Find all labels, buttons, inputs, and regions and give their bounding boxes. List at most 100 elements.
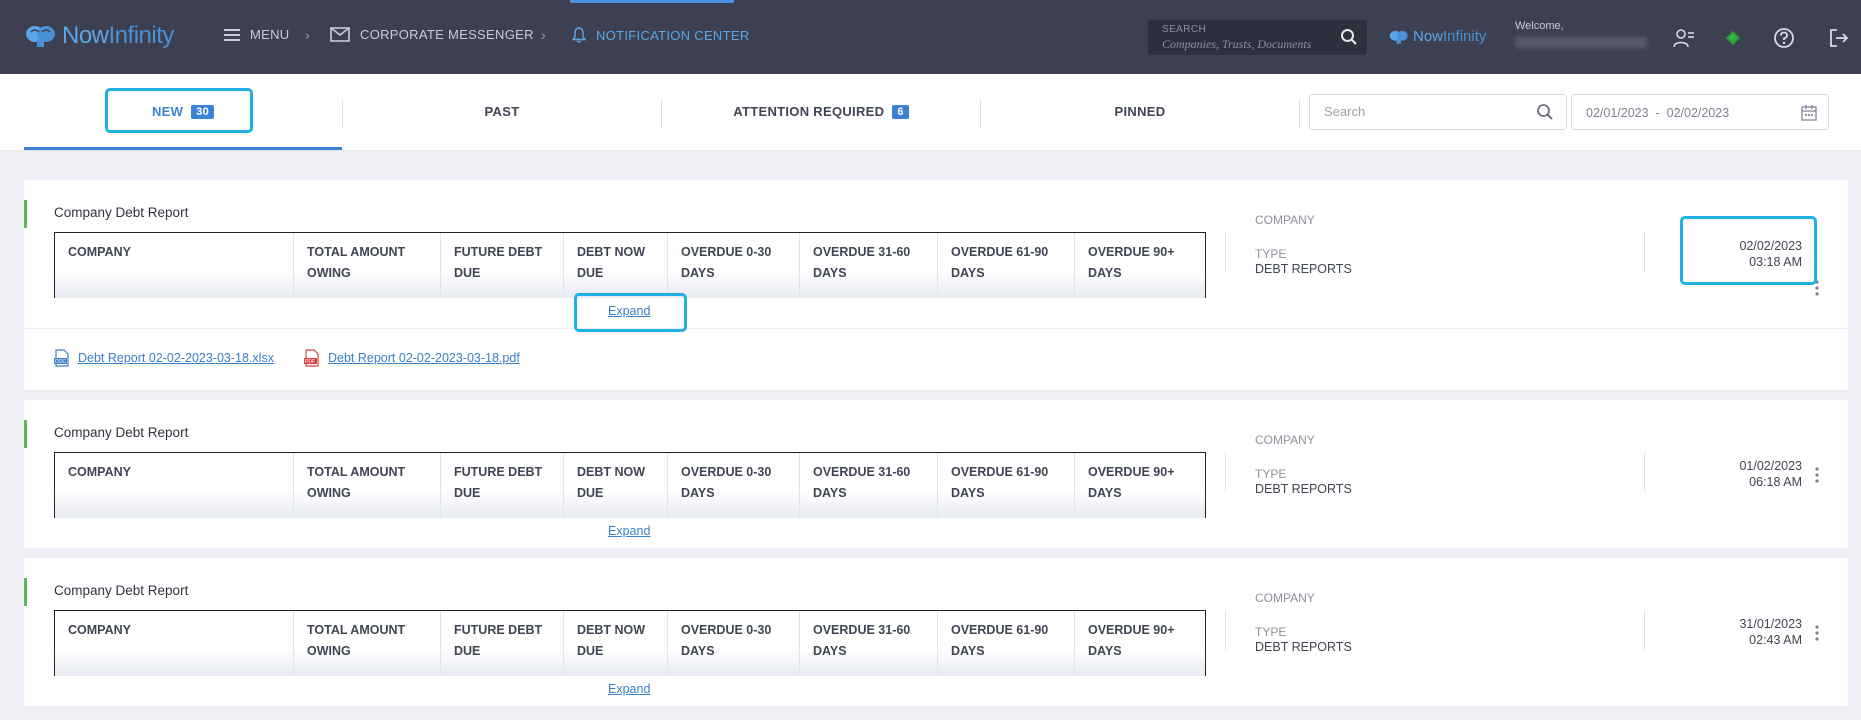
bell-icon	[572, 27, 586, 43]
brand-small-text: NowInfinity	[1413, 28, 1487, 45]
logout-icon[interactable]	[1828, 27, 1850, 49]
column-header-future-debt: FUTURE DEBT DUE	[454, 245, 543, 280]
nav-notification-center[interactable]: NOTIFICATION CENTER	[572, 27, 750, 43]
type-value: DEBT REPORTS	[1255, 262, 1352, 276]
column-header-total-owing: TOTAL AMOUNT OWING	[307, 623, 406, 658]
attachment-name: Debt Report 02-02-2023-03-18.pdf	[328, 351, 520, 365]
type-label: TYPE	[1255, 247, 1287, 261]
tab-count-badge: 30	[191, 104, 215, 119]
column-header-overdue-0-30: OVERDUE 0-30 DAYS	[681, 245, 772, 280]
column-header-future-debt: FUTURE DEBT DUE	[454, 465, 543, 500]
column-header-overdue-90-plus: OVERDUE 90+ DAYS	[1088, 245, 1175, 280]
menu-label: MENU	[250, 27, 290, 42]
tab-attention-required[interactable]: ATTENTION REQUIRED 6	[662, 74, 980, 149]
logo-text: NowInfinity	[62, 22, 174, 49]
envelope-icon	[330, 27, 350, 42]
column-header-company: COMPANY	[68, 245, 131, 259]
pdf-file-icon: PDF	[304, 349, 319, 367]
global-search[interactable]: SEARCH Companies, Trusts, Documents	[1148, 20, 1367, 55]
type-value: DEBT REPORTS	[1255, 482, 1352, 496]
nav-label: NOTIFICATION CENTER	[596, 27, 750, 43]
notification-datetime: 02/02/2023 03:18 AM	[1739, 239, 1802, 269]
column-header-debt-now: DEBT NOW DUE	[577, 245, 646, 280]
notification-card: Company Debt Report COMPANY TOTAL AMOUNT…	[24, 400, 1848, 548]
column-header-overdue-61-90: OVERDUE 61-90 DAYS	[951, 245, 1049, 280]
more-options-icon[interactable]	[1814, 279, 1820, 297]
tab-bar: NEW 30 PAST ATTENTION REQUIRED 6 PINNED …	[0, 74, 1861, 151]
active-nav-indicator	[570, 0, 734, 3]
tab-divider	[1299, 100, 1300, 128]
svg-text:DOC: DOC	[55, 359, 67, 365]
date-range-text: 02/01/2023 - 02/02/2023	[1586, 106, 1730, 120]
card-accent-bar	[24, 420, 27, 448]
debt-report-table: COMPANY TOTAL AMOUNT OWING FUTURE DEBT DUE…	[54, 452, 1206, 518]
clover-icon[interactable]	[1722, 27, 1744, 49]
notification-search[interactable]	[1309, 94, 1567, 130]
column-header-overdue-31-60: OVERDUE 31-60 DAYS	[813, 465, 911, 500]
user-list-icon[interactable]	[1673, 27, 1695, 49]
column-header-debt-now: DEBT NOW DUE	[577, 623, 646, 658]
tab-past[interactable]: PAST	[343, 74, 661, 149]
column-header-overdue-0-30: OVERDUE 0-30 DAYS	[681, 623, 772, 658]
column-header-debt-now: DEBT NOW DUE	[577, 465, 646, 500]
company-label: COMPANY	[1255, 213, 1315, 227]
attachment-link-xlsx[interactable]: DOC Debt Report 02-02-2023-03-18.xlsx	[54, 349, 274, 367]
hamburger-icon	[224, 28, 240, 41]
breadcrumb-separator: ›	[305, 27, 310, 43]
type-label: TYPE	[1255, 625, 1287, 639]
meta-separator	[1225, 452, 1226, 492]
svg-text:PDF: PDF	[305, 359, 315, 365]
expand-link[interactable]: Expand	[608, 304, 650, 318]
type-label: TYPE	[1255, 467, 1287, 481]
date-range-picker[interactable]: 02/01/2023 - 02/02/2023	[1571, 94, 1829, 130]
meta-separator	[1644, 610, 1645, 650]
brain-logo-icon	[1389, 30, 1408, 44]
menu-button[interactable]: MENU	[224, 27, 289, 42]
meta-separator	[1644, 232, 1645, 272]
card-accent-bar	[24, 200, 27, 228]
more-options-icon[interactable]	[1814, 466, 1820, 484]
column-header-total-owing: TOTAL AMOUNT OWING	[307, 465, 406, 500]
search-input[interactable]	[1324, 104, 1524, 119]
breadcrumb-separator: ›	[541, 27, 546, 43]
nav-corporate-messenger[interactable]: CORPORATE MESSENGER	[330, 27, 534, 42]
notification-datetime: 01/02/2023 06:18 AM	[1739, 459, 1802, 489]
column-header-company: COMPANY	[68, 623, 131, 637]
column-header-overdue-90-plus: OVERDUE 90+ DAYS	[1088, 623, 1175, 658]
tab-new[interactable]: NEW 30	[24, 74, 342, 149]
xlsx-file-icon: DOC	[54, 349, 69, 367]
notification-card: Company Debt Report COMPANY TOTAL AMOUNT…	[24, 558, 1848, 706]
column-header-total-owing: TOTAL AMOUNT OWING	[307, 245, 406, 280]
user-name-redacted	[1515, 37, 1647, 48]
tab-label: ATTENTION REQUIRED	[733, 104, 885, 119]
column-header-company: COMPANY	[68, 465, 131, 479]
app-logo[interactable]: NowInfinity	[24, 22, 174, 50]
column-header-overdue-0-30: OVERDUE 0-30 DAYS	[681, 465, 772, 500]
help-icon[interactable]	[1773, 27, 1795, 49]
search-placeholder: Companies, Trusts, Documents	[1162, 37, 1312, 51]
search-icon[interactable]	[1340, 28, 1358, 46]
tab-pinned[interactable]: PINNED	[981, 74, 1299, 149]
calendar-icon[interactable]	[1800, 104, 1818, 122]
card-title: Company Debt Report	[54, 205, 189, 220]
more-options-icon[interactable]	[1814, 624, 1820, 642]
card-title: Company Debt Report	[54, 583, 189, 598]
attachment-name: Debt Report 02-02-2023-03-18.xlsx	[78, 351, 274, 365]
brain-logo-icon	[26, 26, 55, 47]
expand-link[interactable]: Expand	[608, 524, 650, 538]
attachments-row: DOC Debt Report 02-02-2023-03-18.xlsx PD…	[24, 328, 1848, 390]
notification-datetime: 31/01/2023 02:43 AM	[1739, 617, 1802, 647]
tab-label: PAST	[484, 104, 520, 119]
company-label: COMPANY	[1255, 591, 1315, 605]
welcome-label: Welcome,	[1515, 20, 1564, 32]
card-accent-bar	[24, 578, 27, 606]
notification-card: Company Debt Report COMPANY TOTAL AMOUNT…	[24, 180, 1848, 390]
column-header-overdue-31-60: OVERDUE 31-60 DAYS	[813, 623, 911, 658]
company-label: COMPANY	[1255, 433, 1315, 447]
expand-link[interactable]: Expand	[608, 682, 650, 696]
attachment-link-pdf[interactable]: PDF Debt Report 02-02-2023-03-18.pdf	[304, 349, 520, 367]
search-icon[interactable]	[1536, 103, 1554, 121]
column-header-overdue-61-90: OVERDUE 61-90 DAYS	[951, 465, 1049, 500]
column-header-overdue-61-90: OVERDUE 61-90 DAYS	[951, 623, 1049, 658]
active-tab-underline	[24, 147, 342, 150]
